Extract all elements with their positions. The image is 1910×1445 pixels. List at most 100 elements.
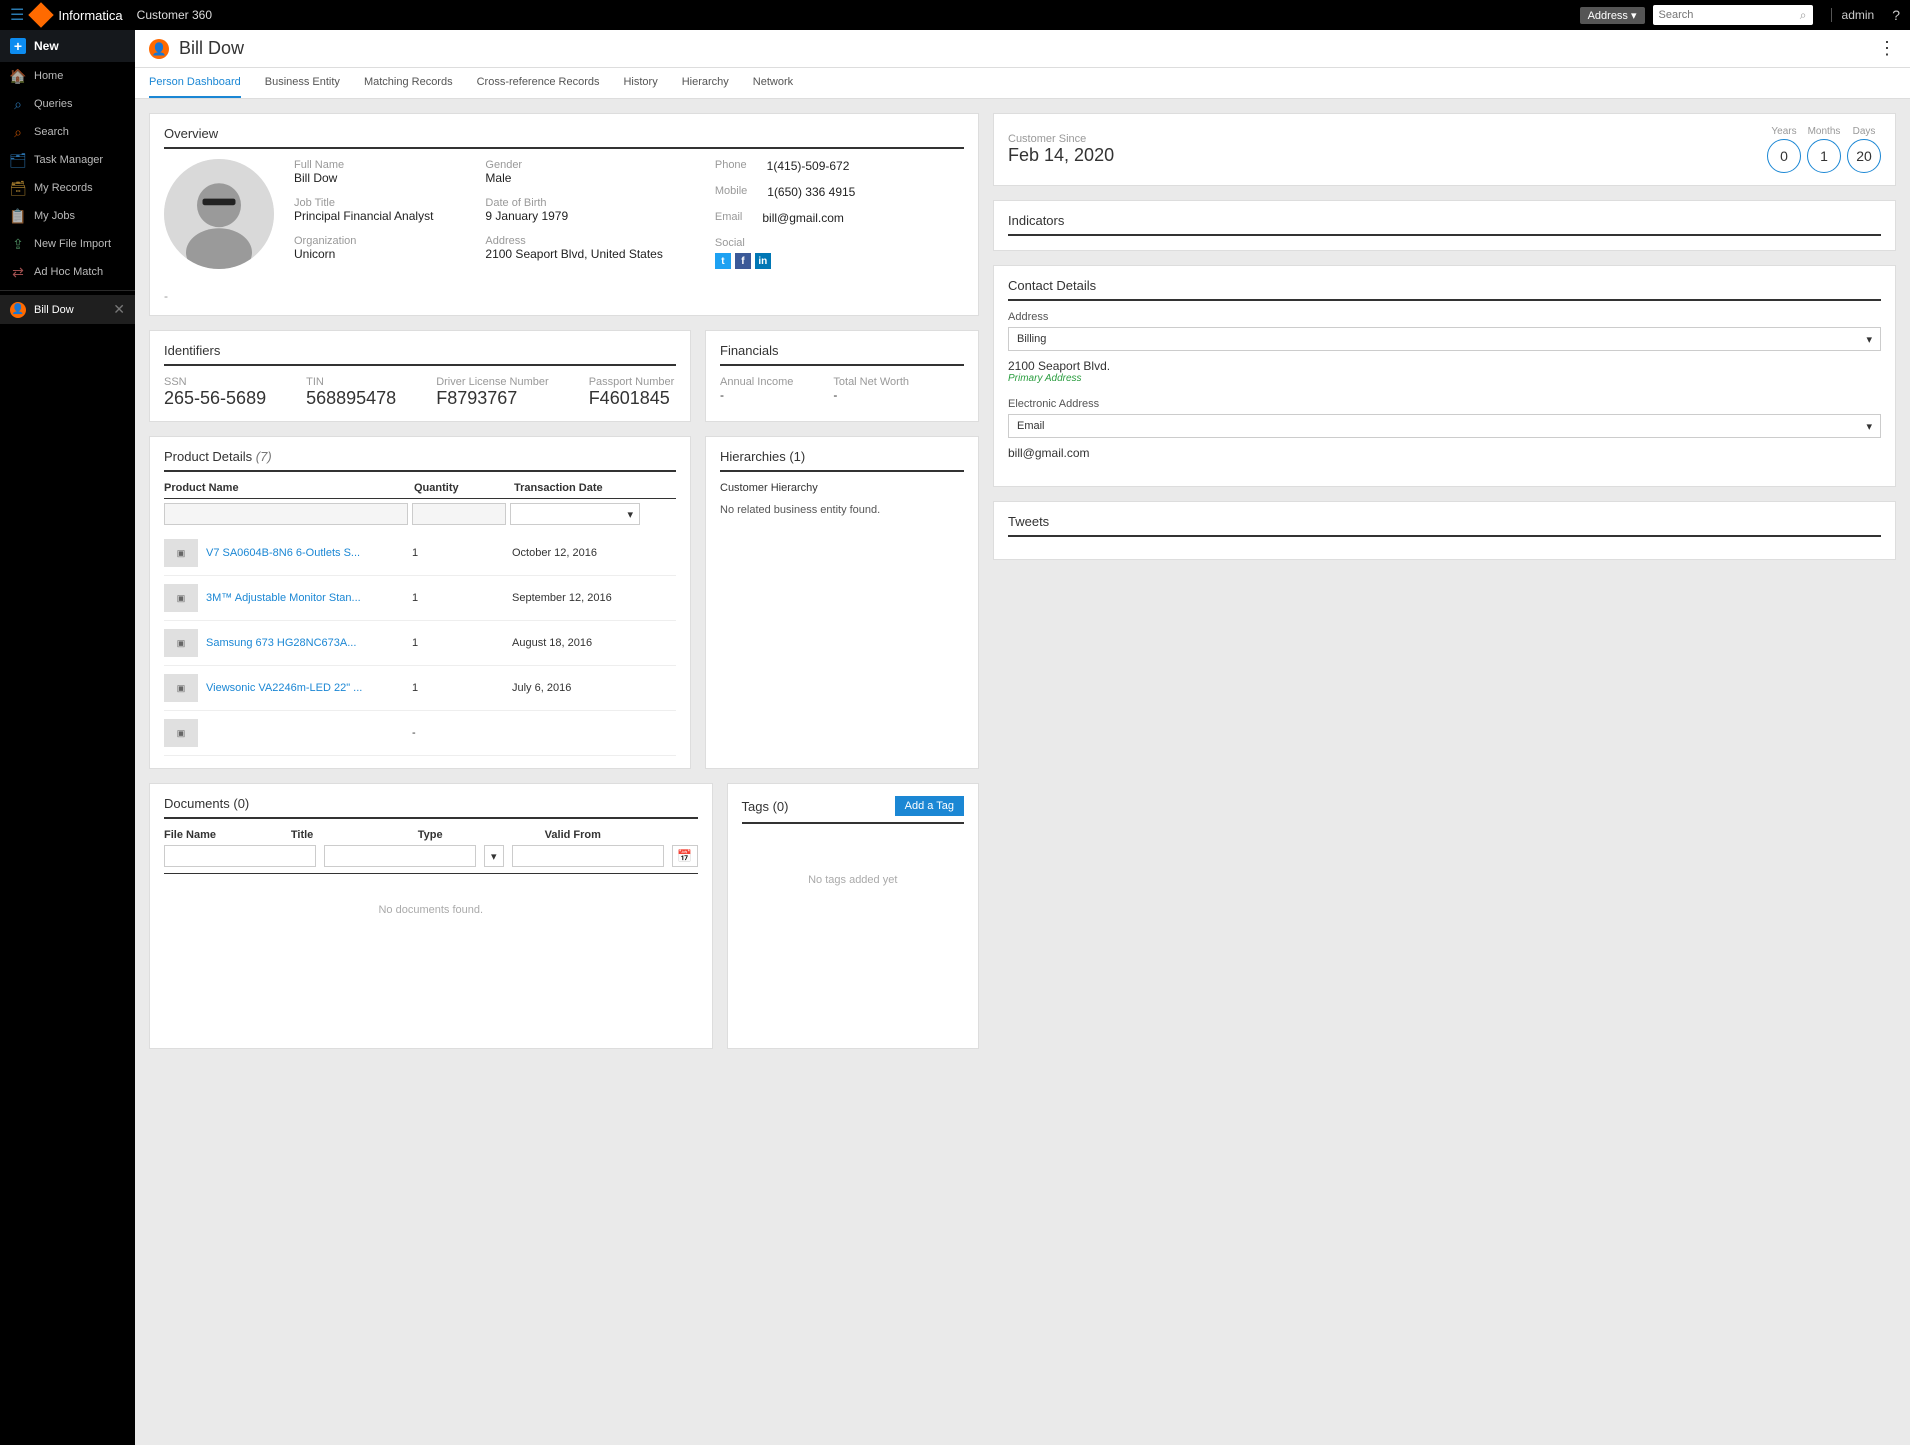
search-scope-dropdown[interactable]: Address ▾ xyxy=(1580,7,1645,24)
sidebar-item-my-records[interactable]: 🗃My Records xyxy=(0,174,135,202)
admin-label[interactable]: admin xyxy=(1831,8,1875,22)
search-icon[interactable]: ⌕ xyxy=(1800,8,1807,23)
email-label: Email xyxy=(715,211,743,225)
full-name-value: Bill Dow xyxy=(294,171,433,185)
doc-file-header[interactable]: File Name xyxy=(164,829,283,841)
product-thumb: ▣ xyxy=(164,674,198,702)
new-label: New xyxy=(34,39,59,53)
close-icon[interactable]: ✕ xyxy=(113,301,125,318)
address-type-dropdown[interactable]: Billing▾ xyxy=(1008,327,1881,351)
tab-hierarchy[interactable]: Hierarchy xyxy=(682,68,729,98)
table-row: ▣ Viewsonic VA2246m-LED 22" ... 1 July 6… xyxy=(164,666,676,711)
product-date: July 6, 2016 xyxy=(512,682,676,694)
doc-title-filter[interactable] xyxy=(324,845,476,867)
sidebar-item-task-manager[interactable]: 🗂Task Manager xyxy=(0,146,135,174)
twitter-icon[interactable]: t xyxy=(715,253,731,269)
tab-business-entity[interactable]: Business Entity xyxy=(265,68,340,98)
product-link[interactable]: 3M™ Adjustable Monitor Stan... xyxy=(206,592,412,604)
product-thumb: ▣ xyxy=(164,719,198,747)
networth-label: Total Net Worth xyxy=(833,376,909,388)
phone-value: 1(415)-509-672 xyxy=(767,159,850,173)
jobs-icon: 📋 xyxy=(10,208,26,224)
doc-type-header[interactable]: Type xyxy=(418,829,537,841)
sidebar-item-search[interactable]: ⌕Search xyxy=(0,118,135,146)
elec-type-dropdown[interactable]: Email▾ xyxy=(1008,414,1881,438)
chevron-down-icon: ▾ xyxy=(627,508,633,521)
job-title-value: Principal Financial Analyst xyxy=(294,209,433,223)
cd-address-line: 2100 Seaport Blvd. xyxy=(1008,359,1881,373)
doc-title-header[interactable]: Title xyxy=(291,829,410,841)
chevron-down-icon: ▾ xyxy=(1866,333,1872,346)
hierarchies-card: Hierarchies (1) Customer Hierarchy No re… xyxy=(705,436,979,769)
help-icon[interactable]: ? xyxy=(1892,7,1900,23)
tab-network[interactable]: Network xyxy=(753,68,793,98)
doc-file-filter[interactable] xyxy=(164,845,316,867)
tab-history[interactable]: History xyxy=(623,68,657,98)
product-date: October 12, 2016 xyxy=(512,547,676,559)
linkedin-icon[interactable]: in xyxy=(755,253,771,269)
sidebar-item-file-import[interactable]: ⇪New File Import xyxy=(0,230,135,258)
months-value: 1 xyxy=(1807,139,1841,173)
tab-cross-reference[interactable]: Cross-reference Records xyxy=(477,68,600,98)
person-icon: 👤 xyxy=(10,302,26,318)
search-input[interactable] xyxy=(1653,5,1813,25)
address-label: Address xyxy=(485,235,662,247)
records-icon: 🗃 xyxy=(10,180,26,196)
match-icon: ⇄ xyxy=(10,264,26,280)
product-date: September 12, 2016 xyxy=(512,592,676,604)
contact-details-title: Contact Details xyxy=(1008,278,1881,301)
task-icon: 🗂 xyxy=(10,152,26,168)
identifiers-card: Identifiers SSN265-56-5689 TIN568895478 … xyxy=(149,330,691,422)
date-filter-dropdown[interactable]: ▾ xyxy=(510,503,640,525)
sidebar-divider xyxy=(0,290,135,291)
doc-valid-filter[interactable] xyxy=(512,845,664,867)
product-name-header[interactable]: Product Name xyxy=(164,482,414,494)
email-value: bill@gmail.com xyxy=(762,211,844,225)
product-link[interactable]: Viewsonic VA2246m-LED 22" ... xyxy=(206,682,412,694)
sidebar-item-home[interactable]: 🏠Home xyxy=(0,62,135,90)
products-card: Product Details (7) Product Name Quantit… xyxy=(149,436,691,769)
products-title: Product Details (7) xyxy=(164,449,676,472)
record-menu-icon[interactable]: ⋮ xyxy=(1878,38,1896,59)
top-bar: ☰ Informatica Customer 360 Address ▾ ⌕ a… xyxy=(0,0,1910,30)
years-value: 0 xyxy=(1767,139,1801,173)
contact-details-card: Contact Details Address Billing▾ 2100 Se… xyxy=(993,265,1896,487)
quantity-header[interactable]: Quantity xyxy=(414,482,514,494)
dob-value: 9 January 1979 xyxy=(485,209,662,223)
date-header[interactable]: Transaction Date xyxy=(514,482,676,494)
passport-label: Passport Number xyxy=(589,376,675,388)
hamburger-icon[interactable]: ☰ xyxy=(10,5,24,25)
sidebar-item-my-jobs[interactable]: 📋My Jobs xyxy=(0,202,135,230)
chevron-down-icon: ▾ xyxy=(1866,420,1872,433)
product-link[interactable]: V7 SA0604B-8N6 6-Outlets S... xyxy=(206,547,412,559)
product-name-filter[interactable] xyxy=(164,503,408,525)
sidebar-item-queries[interactable]: ⌕Queries xyxy=(0,90,135,118)
tab-matching-records[interactable]: Matching Records xyxy=(364,68,453,98)
record-header: 👤 Bill Dow ⋮ xyxy=(135,30,1910,68)
hierarchies-subtitle: Customer Hierarchy xyxy=(720,482,964,494)
primary-address-tag: Primary Address xyxy=(1008,373,1881,384)
tab-person-dashboard[interactable]: Person Dashboard xyxy=(149,68,241,98)
sidebar-item-adhoc-match[interactable]: ⇄Ad Hoc Match xyxy=(0,258,135,286)
facebook-icon[interactable]: f xyxy=(735,253,751,269)
new-button[interactable]: + New xyxy=(0,30,135,62)
organization-label: Organization xyxy=(294,235,433,247)
doc-valid-header[interactable]: Valid From xyxy=(545,829,664,841)
overview-card: Overview Full NameBill Dow Job TitlePrin… xyxy=(149,113,979,316)
content-area: 👤 Bill Dow ⋮ Person Dashboard Business E… xyxy=(135,30,1910,1445)
home-icon: 🏠 xyxy=(10,68,26,84)
product-link[interactable]: Samsung 673 HG28NC673A... xyxy=(206,637,412,649)
quantity-filter[interactable] xyxy=(412,503,506,525)
add-tag-button[interactable]: Add a Tag xyxy=(895,796,964,816)
search-nav-icon: ⌕ xyxy=(10,124,26,140)
product-qty: 1 xyxy=(412,547,512,559)
sidebar-open-record[interactable]: 👤 Bill Dow ✕ xyxy=(0,295,135,324)
doc-type-filter[interactable]: ▾ xyxy=(484,845,504,867)
mobile-label: Mobile xyxy=(715,185,747,199)
calendar-icon[interactable]: 📅 xyxy=(672,845,698,867)
chevron-down-icon: ▾ xyxy=(491,850,497,863)
no-documents-msg: No documents found. xyxy=(164,874,698,1036)
full-name-label: Full Name xyxy=(294,159,433,171)
cd-elec-value: bill@gmail.com xyxy=(1008,446,1881,460)
customer-since-date: Feb 14, 2020 xyxy=(1008,145,1114,166)
